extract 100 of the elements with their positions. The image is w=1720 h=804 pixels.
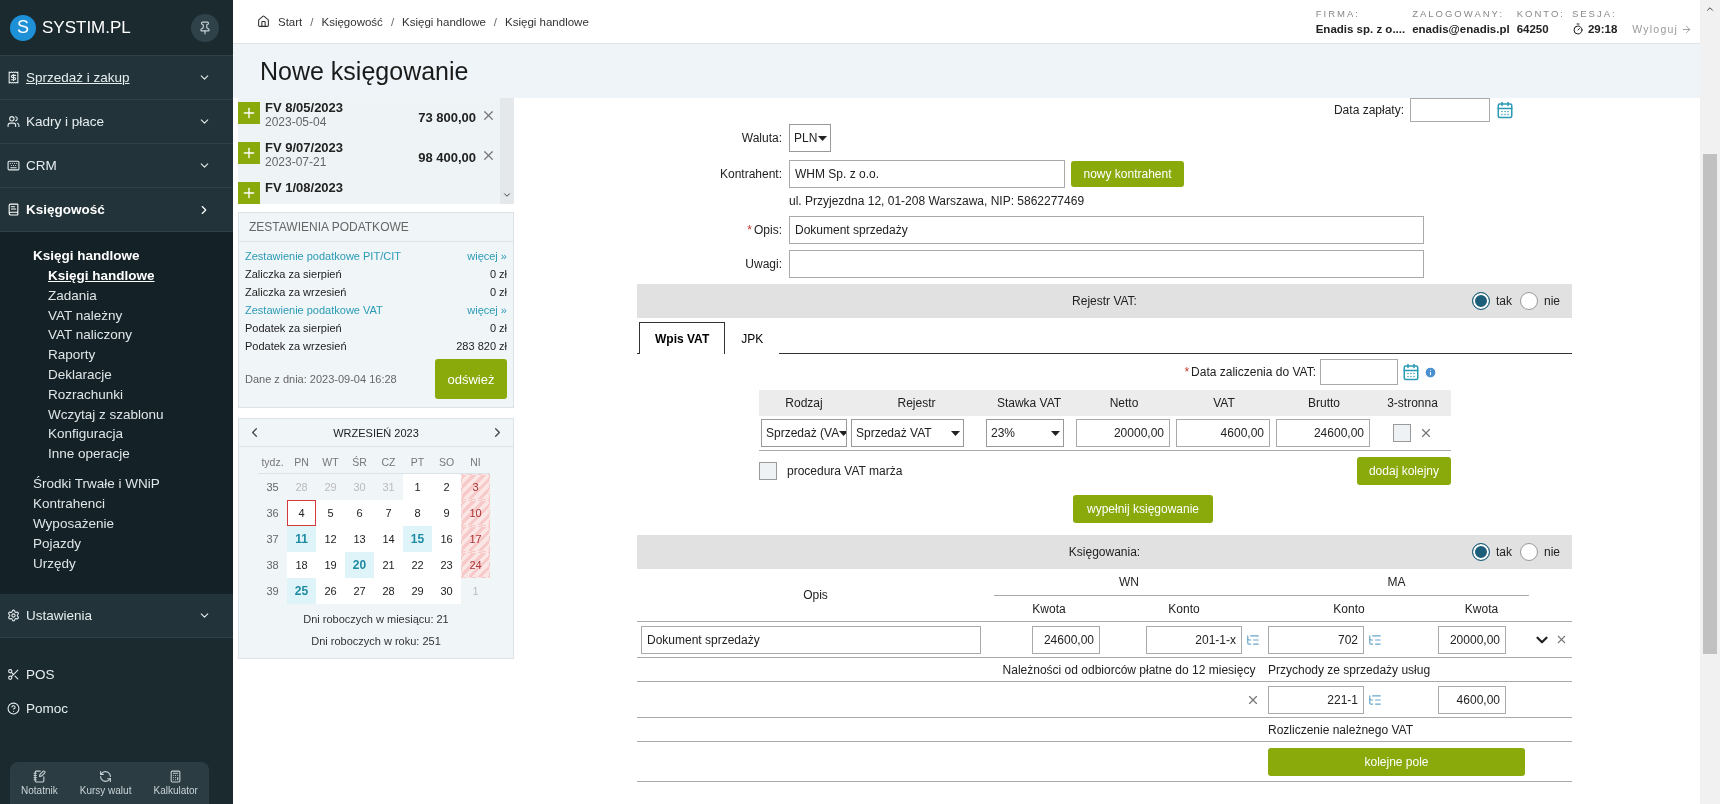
menu-link[interactable]: Pomoc (0, 691, 233, 726)
calendar-day[interactable]: 4 (287, 500, 316, 526)
pin-button[interactable] (191, 13, 219, 42)
submenu-item[interactable]: Środki Trwałe i WNiP (0, 473, 233, 494)
submenu-item[interactable]: Księgi handlowe (0, 266, 233, 286)
calendar-day[interactable]: 27 (345, 578, 374, 604)
close-icon[interactable] (481, 148, 496, 163)
submenu-item[interactable]: Konfiguracja (0, 424, 233, 445)
account-input[interactable]: 702 (1268, 625, 1364, 654)
submenu-item[interactable]: Rozrachunki (0, 384, 233, 405)
submenu-item[interactable]: Pojazdy (0, 533, 233, 554)
net-input[interactable]: 20000,00 (1076, 419, 1170, 447)
calendar-day[interactable]: 10 (461, 500, 490, 526)
calendar-day[interactable]: 19 (316, 552, 345, 578)
add-button[interactable] (238, 182, 260, 204)
menu-section[interactable]: Ustawienia (0, 593, 233, 638)
calendar-day[interactable]: 25 (287, 578, 316, 604)
scrollbar[interactable] (1700, 0, 1720, 804)
breadcrumb-link[interactable]: Księgi handlowe (402, 15, 486, 28)
contractor-input[interactable]: WHM Sp. z o.o. (789, 160, 1065, 188)
calendar-day[interactable]: 22 (403, 552, 432, 578)
calendar-day[interactable]: 2 (432, 474, 461, 500)
submenu-item[interactable]: Kontrahenci (0, 493, 233, 514)
calendar-day[interactable]: 6 (345, 500, 374, 526)
submenu-item[interactable]: Wczytaj z szablonu (0, 404, 233, 425)
calendar-day[interactable]: 26 (316, 578, 345, 604)
calendar-day[interactable]: 8 (403, 500, 432, 526)
tool-button[interactable]: Notatnik (17, 768, 62, 798)
calendar-day[interactable]: 20 (345, 552, 374, 578)
gross-input[interactable]: 24600,00 (1276, 419, 1370, 447)
submenu-item[interactable]: Urzędy (0, 553, 233, 574)
submenu-item[interactable]: VAT należny (0, 305, 233, 326)
currency-select[interactable]: PLN (789, 124, 831, 152)
checkbox[interactable] (759, 462, 777, 480)
calendar-day[interactable]: 11 (287, 526, 316, 552)
menu-section[interactable]: Księgowość (0, 188, 233, 232)
submenu-item[interactable]: Inne operacje (0, 444, 233, 464)
calendar-icon[interactable] (1402, 363, 1420, 381)
tool-button[interactable]: Kalkulator (149, 768, 202, 798)
menu-section[interactable]: Sprzedaż i zakup (0, 56, 233, 100)
info-icon[interactable] (1424, 365, 1437, 379)
calendar-icon[interactable] (1496, 101, 1514, 119)
submenu-item[interactable]: Zadania (0, 285, 233, 306)
calendar-day[interactable]: 5 (316, 500, 345, 526)
close-icon[interactable] (481, 108, 496, 123)
tool-button[interactable]: Kursy walut (75, 768, 136, 798)
calendar-day[interactable]: 28 (374, 578, 403, 604)
breadcrumb-link[interactable]: Księgowość (321, 15, 383, 28)
close-icon[interactable] (1555, 633, 1568, 646)
breadcrumb-link[interactable]: Księgi handlowe (505, 15, 589, 28)
notes-input[interactable] (789, 250, 1424, 278)
description-input[interactable]: Dokument sprzedaży (789, 216, 1424, 244)
calendar-day[interactable]: 7 (374, 500, 403, 526)
checkbox[interactable] (1392, 424, 1411, 442)
amount-input[interactable]: 24600,00 (1032, 625, 1100, 654)
type-select[interactable]: Sprzedaż (VA (761, 419, 847, 447)
calendar-day[interactable]: 16 (432, 526, 461, 552)
calendar-day[interactable]: 30 (432, 578, 461, 604)
submenu-item[interactable]: Deklaracje (0, 365, 233, 385)
chevron-up-icon[interactable] (1705, 4, 1715, 14)
amount-input[interactable]: 20000,00 (1438, 625, 1506, 654)
calendar-day[interactable]: 13 (345, 526, 374, 552)
submenu-item[interactable]: VAT naliczony (0, 325, 233, 346)
calendar-day[interactable]: 18 (287, 552, 316, 578)
calendar-day[interactable]: 17 (461, 526, 490, 552)
submenu-item[interactable]: Wyposażenie (0, 513, 233, 534)
menu-link[interactable]: POS (0, 657, 233, 692)
calendar-day[interactable]: 23 (432, 552, 461, 578)
register-select[interactable]: Sprzedaż VAT (851, 419, 964, 447)
calendar-day[interactable]: 29 (403, 578, 432, 604)
radio-button[interactable] (1520, 543, 1538, 561)
amount-input[interactable]: 4600,00 (1438, 685, 1506, 714)
submenu-item[interactable]: Księgi handlowe (0, 246, 233, 266)
home-icon[interactable] (257, 15, 270, 28)
add-button[interactable] (238, 142, 260, 164)
calendar-day[interactable]: 3 (461, 474, 490, 500)
tree-list-icon[interactable] (1368, 692, 1382, 707)
tree-list-icon[interactable] (1246, 632, 1260, 647)
vat-input[interactable]: 4600,00 (1176, 419, 1270, 447)
calendar-day[interactable]: 24 (461, 552, 490, 578)
vat-rate-select[interactable]: 23% (986, 419, 1064, 447)
scrollbar[interactable] (500, 98, 514, 204)
date-input[interactable] (1320, 359, 1398, 385)
description-input[interactable]: Dokument sprzedaży (641, 625, 981, 654)
calendar-day[interactable]: 1 (403, 474, 432, 500)
submenu-item[interactable]: Raporty (0, 345, 233, 365)
menu-section[interactable]: CRM (0, 144, 233, 188)
tab[interactable]: Wpis VAT (639, 322, 726, 354)
breadcrumb-link[interactable]: Start (278, 15, 303, 28)
calendar-day[interactable]: 14 (374, 526, 403, 552)
account-input[interactable]: 221-1 (1268, 685, 1364, 714)
calendar-day[interactable]: 9 (432, 500, 461, 526)
radio-button[interactable] (1520, 292, 1538, 310)
radio-button[interactable] (1471, 292, 1490, 310)
radio-button[interactable] (1471, 543, 1490, 561)
add-button[interactable] (238, 102, 260, 124)
account-input[interactable]: 201-1-x (1146, 625, 1242, 654)
date-input[interactable] (1410, 98, 1490, 122)
calendar-day[interactable]: 12 (316, 526, 345, 552)
tree-list-icon[interactable] (1368, 632, 1382, 647)
